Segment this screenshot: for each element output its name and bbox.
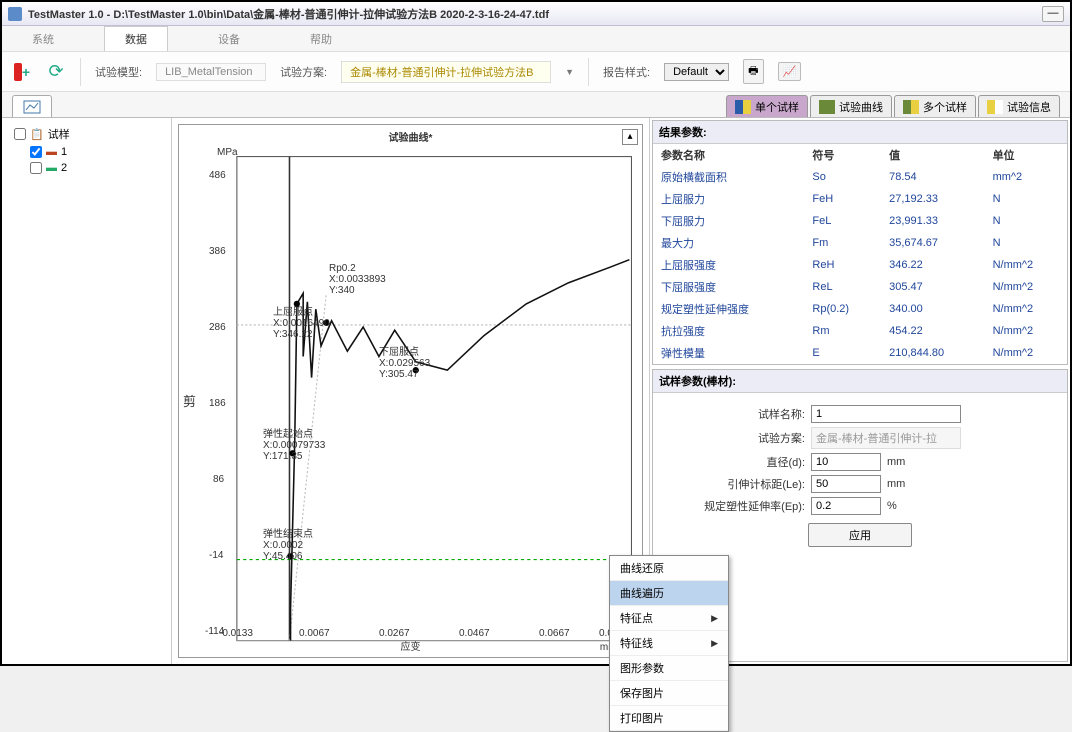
tree-root[interactable]: 📋 试样	[8, 124, 165, 144]
refresh-button[interactable]: ⟳	[46, 62, 66, 82]
ctx-points[interactable]: 特征点▶	[610, 606, 728, 631]
ctx-print-img[interactable]: 打印图片	[610, 706, 728, 731]
ctx-save-img[interactable]: 保存图片	[610, 681, 728, 706]
tab-multi-sample[interactable]: 多个试样	[894, 95, 976, 117]
menu-help[interactable]: 帮助	[290, 27, 352, 51]
table-row[interactable]: 下屈服强度ReL305.47N/mm^2	[653, 276, 1067, 298]
ann-upper: 上屈服点 X:0.0016490 Y:346.22	[273, 303, 330, 340]
table-row[interactable]: 上屈服强度ReH346.22N/mm^2	[653, 254, 1067, 276]
params-header: 试样参数(棒材):	[653, 370, 1067, 393]
ann-elastic: 弹性起始点 X:0.00079733 Y:171.35	[263, 425, 325, 462]
ctx-lines[interactable]: 特征线▶	[610, 631, 728, 656]
tab-curve[interactable]: 试验曲线	[810, 95, 892, 117]
minimize-button[interactable]: —	[1042, 6, 1064, 22]
ep-input[interactable]	[811, 497, 881, 515]
style-label: 报告样式:	[603, 64, 650, 80]
ctx-restore[interactable]: 曲线还原	[610, 556, 728, 581]
table-row[interactable]: 上屈服力FeH27,192.33N	[653, 188, 1067, 210]
export-button[interactable]: 📈	[778, 62, 802, 81]
sample-name-input[interactable]	[811, 405, 961, 423]
print-button[interactable]: 🖶	[743, 59, 763, 84]
diameter-input[interactable]	[811, 453, 881, 471]
gauge-input[interactable]	[811, 475, 881, 493]
tab-single-sample[interactable]: 单个试样	[726, 95, 808, 117]
ann-rp: Rp0.2 X:0.0033893 Y:340	[329, 263, 386, 296]
menu-system[interactable]: 系统	[12, 27, 74, 51]
table-row[interactable]: 抗拉强度Rm454.22N/mm^2	[653, 320, 1067, 342]
chart-area[interactable]: ▴ 试验曲线* MPa 应变 mm/mm 剪 Rp0.2 X:0.0033893…	[178, 124, 643, 658]
style-select[interactable]: Default	[664, 63, 729, 81]
window-title: TestMaster 1.0 - D:\TestMaster 1.0\bin\D…	[28, 6, 1040, 22]
menu-device[interactable]: 设备	[198, 27, 260, 51]
plan-readonly: 金属-棒材-普通引伸计-拉	[811, 427, 961, 449]
tree-item-1[interactable]: ▬ 1	[8, 144, 165, 160]
apply-button[interactable]: 应用	[808, 523, 912, 547]
ann-lower: 下屈服点 X:0.029563 Y:305.47	[379, 343, 430, 380]
tab-info[interactable]: 试验信息	[978, 95, 1060, 117]
results-table: 参数名称符号值单位 原始横截面积So78.54mm^2上屈服力FeH27,192…	[653, 144, 1067, 364]
plan-label: 试验方案:	[280, 64, 327, 80]
chart-svg	[179, 125, 642, 672]
menu-data[interactable]: 数据	[104, 26, 168, 51]
context-menu: 曲线还原 曲线遍历 特征点▶ 特征线▶ 图形参数 保存图片 打印图片	[609, 555, 729, 732]
results-header: 结果参数:	[653, 121, 1067, 144]
app-icon	[8, 7, 22, 21]
ann-base: 弹性结束点 X:0.0002 Y:45.406	[263, 525, 313, 562]
table-row[interactable]: 弹性模量E210,844.80N/mm^2	[653, 342, 1067, 364]
table-row[interactable]: 原始横截面积So78.54mm^2	[653, 166, 1067, 188]
table-row[interactable]: 下屈服力FeL23,991.33N	[653, 210, 1067, 232]
plan-dropdown-icon[interactable]: ▼	[565, 67, 574, 77]
ctx-traverse[interactable]: 曲线遍历	[610, 581, 728, 606]
table-row[interactable]: 最大力Fm35,674.67N	[653, 232, 1067, 254]
chart-view-tab[interactable]	[12, 95, 52, 117]
sample-tree: 📋 试样 ▬ 1 ▬ 2	[2, 118, 172, 664]
add-sample-button[interactable]: +	[12, 62, 32, 82]
table-row[interactable]: 规定塑性延伸强度Rp(0.2)340.00N/mm^2	[653, 298, 1067, 320]
ctx-params[interactable]: 图形参数	[610, 656, 728, 681]
model-field: LIB_MetalTension	[156, 63, 266, 81]
model-label: 试验模型:	[95, 64, 142, 80]
plan-field[interactable]: 金属-棒材-普通引伸计-拉伸试验方法B	[341, 61, 551, 83]
tree-item-2[interactable]: ▬ 2	[8, 160, 165, 176]
